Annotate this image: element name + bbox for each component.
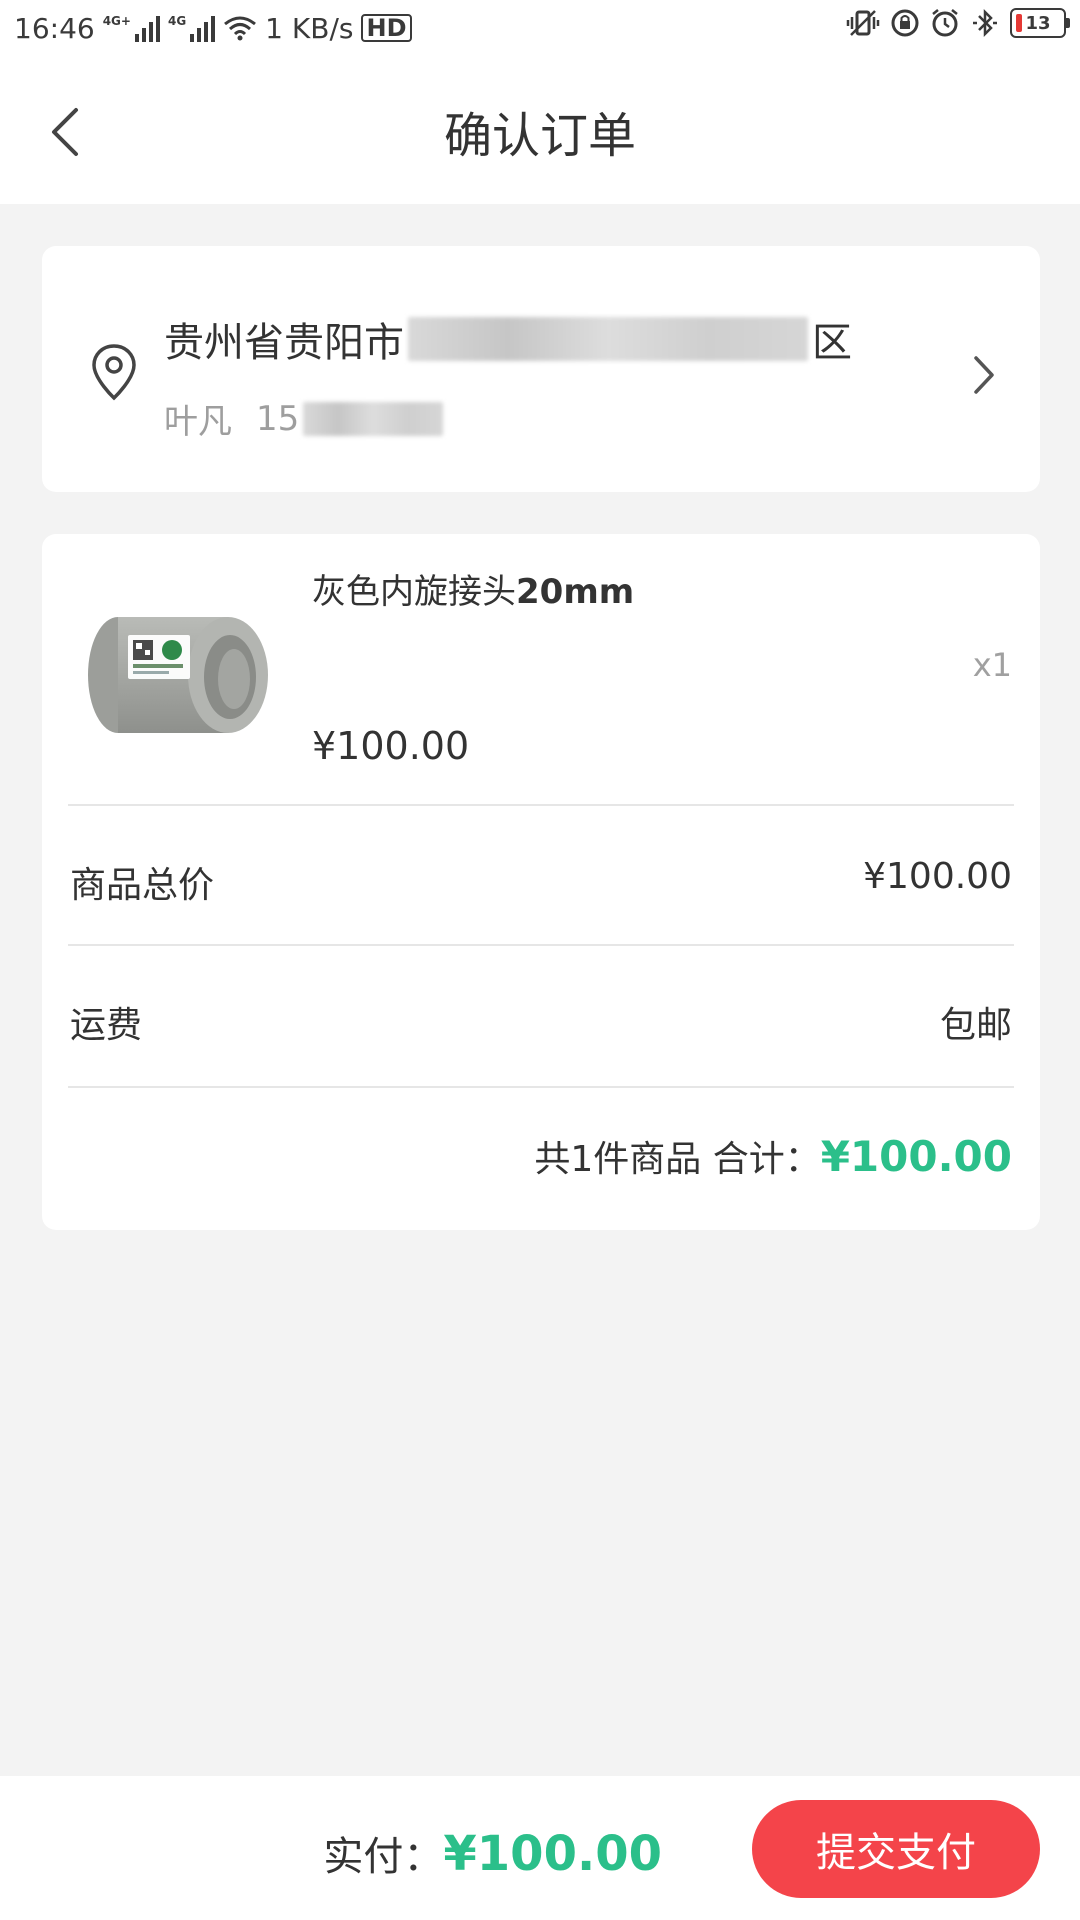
- divider: [68, 944, 1014, 946]
- redacted-address: [408, 317, 808, 361]
- product-image[interactable]: [80, 580, 280, 760]
- payment-bar: 实付： ¥100.00 提交支付: [0, 1776, 1080, 1920]
- network-speed: 1 KB/s: [265, 11, 354, 45]
- divider: [68, 1086, 1014, 1088]
- goods-total-label: 商品总价: [70, 865, 215, 906]
- submit-payment-button[interactable]: 提交支付: [752, 1800, 1040, 1898]
- phone-prefix: 15: [256, 398, 300, 439]
- vibrate-icon: [846, 10, 880, 36]
- shipping-value: 包邮: [939, 1005, 1012, 1046]
- hd-icon: HD: [361, 14, 412, 42]
- address-line: 贵州省贵阳市 区: [164, 310, 852, 368]
- network-type-2: 4G: [167, 14, 187, 28]
- header: 确认订单: [0, 56, 1080, 204]
- summary-count-text: 共1件商品 合计：: [534, 1139, 821, 1180]
- goods-total-value: ¥100.00: [863, 856, 1012, 897]
- product-price: ¥100.00: [312, 724, 470, 768]
- signal-icon: 4G: [167, 14, 216, 42]
- pay-summary: 实付： ¥100.00: [323, 1824, 662, 1882]
- summary-total: ¥100.00: [820, 1132, 1012, 1181]
- address-card[interactable]: 贵州省贵阳市 区 叶凡 15: [42, 246, 1040, 492]
- network-type-1: 4G+: [102, 14, 131, 28]
- order-confirm-page: 16:46 4G+ 4G 1 KB/s HD 13 确认订单 贵州省贵阳市 区 …: [0, 0, 1080, 1920]
- status-time: 16:46: [14, 11, 95, 45]
- contact-line: 叶凡 15: [164, 394, 447, 443]
- battery-icon: 13: [1010, 8, 1070, 38]
- pay-label: 实付：: [323, 1834, 444, 1880]
- redacted-phone: [303, 401, 444, 436]
- product-quantity: x1: [972, 646, 1012, 684]
- wifi-icon: [224, 16, 257, 41]
- signal-icon: 4G+: [103, 14, 160, 42]
- contact-name: 叶凡: [164, 402, 232, 442]
- product-name: 灰色内旋接头20mm: [312, 564, 634, 613]
- status-left: 16:46 4G+ 4G 1 KB/s HD: [14, 12, 412, 45]
- rotation-lock-icon: [891, 9, 919, 37]
- location-pin-icon: [92, 344, 136, 401]
- shipping-label: 运费: [70, 1005, 143, 1046]
- product-name-size: 20mm: [516, 572, 635, 612]
- bluetooth-icon: [973, 8, 997, 38]
- status-right: 13: [846, 8, 1070, 38]
- divider: [68, 804, 1014, 806]
- status-bar: 16:46 4G+ 4G 1 KB/s HD 13: [0, 0, 1080, 56]
- chevron-right-icon: [974, 356, 994, 394]
- page-title: 确认订单: [443, 108, 636, 164]
- address-suffix: 区: [812, 320, 852, 366]
- order-card: 灰色内旋接头20mm x1 ¥100.00 商品总价 ¥100.00 运费 包邮…: [42, 534, 1040, 1230]
- pay-amount: ¥100.00: [443, 1826, 662, 1882]
- alarm-icon: [932, 9, 958, 37]
- product-name-text: 灰色内旋接头: [312, 572, 516, 612]
- address-prefix: 贵州省贵阳市: [164, 320, 404, 366]
- submit-payment-label: 提交支付: [816, 1830, 976, 1876]
- battery-level: 13: [1025, 12, 1051, 34]
- order-summary: 共1件商品 合计： ¥100.00: [534, 1130, 1012, 1182]
